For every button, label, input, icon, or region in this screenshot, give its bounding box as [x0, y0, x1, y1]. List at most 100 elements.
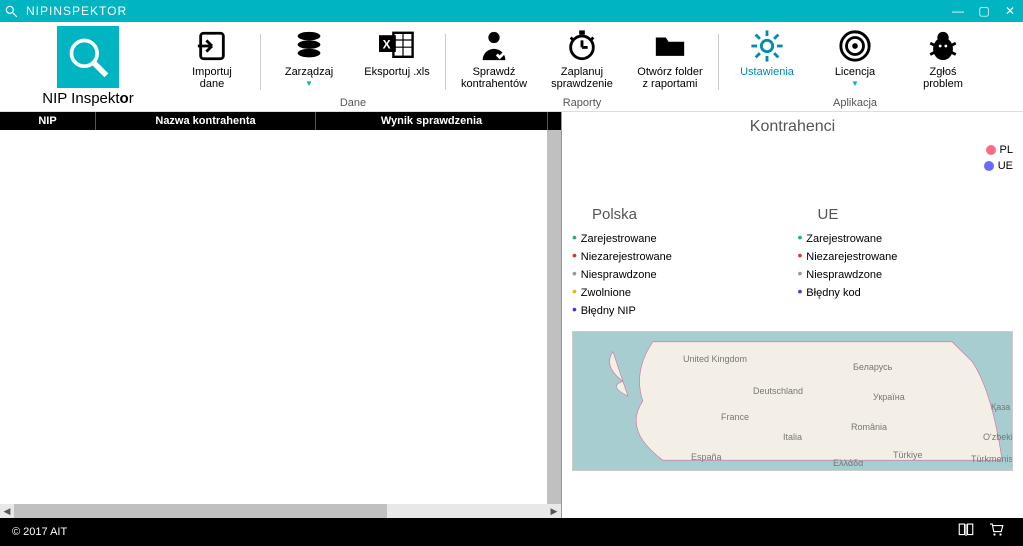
map-country-label: Türkmenistan [971, 454, 1013, 464]
toolbar-button-label: Eksportuj .xls [353, 66, 441, 78]
toolbar-button-label: Zgłośproblem [899, 66, 987, 90]
left-pane: NIPNazwa kontrahentaWynik sprawdzenia ◀ … [0, 112, 562, 518]
legend-top: PL UE [572, 142, 1013, 174]
maximize-button[interactable]: ▢ [971, 4, 997, 18]
legend-dot-icon [984, 161, 994, 171]
toolbar-import-button[interactable]: Importujdane [168, 26, 256, 90]
map-svg [573, 332, 1012, 470]
book-icon[interactable] [951, 521, 981, 544]
app-icon [0, 4, 22, 18]
right-pane: Kontrahenci PL UE Polska Zarejestrowane Nie… [562, 112, 1023, 518]
map-country-label: România [851, 422, 887, 432]
map-country-label: O'zbekistor [983, 432, 1013, 442]
legend-item: Niezarejestrowane [572, 247, 788, 265]
chevron-down-icon: ▼ [265, 79, 353, 88]
app-logo: NIP Inspektor [8, 26, 168, 107]
map-country-label: France [721, 412, 749, 422]
legend-item: Błędny NIP [572, 301, 788, 319]
map-country-label: Беларусь [853, 362, 892, 372]
license-icon [811, 28, 899, 64]
legend-item: PL [572, 142, 1013, 158]
toolbar-export-button[interactable]: X Eksportuj .xls [353, 26, 441, 78]
legend-group-title: UE [818, 206, 1014, 223]
cart-icon[interactable] [981, 521, 1011, 544]
svg-text:X: X [383, 37, 391, 51]
toolbar-group-label: Raporty [450, 97, 714, 111]
legend-item: Niesprawdzone [798, 265, 1014, 283]
chevron-down-icon: ▼ [811, 79, 899, 88]
toolbar-license-button[interactable]: Licencja▼ [811, 26, 899, 88]
legend-item: Zarejestrowane [572, 229, 788, 247]
legend-label: PL [1000, 144, 1013, 156]
toolbar-schedule-button[interactable]: Zaplanujsprawdzenie [538, 26, 626, 90]
legend-label: Niezarejestrowane [806, 251, 897, 263]
map-country-label: Україна [873, 392, 905, 402]
grid-body[interactable] [0, 130, 547, 504]
legends: Polska Zarejestrowane Niezarejestrowane Nie… [572, 206, 1013, 319]
legend-label: Niesprawdzone [806, 269, 882, 281]
map[interactable]: United Kingdom Deutschland France España Ita… [572, 331, 1013, 471]
grid-column-header[interactable]: Wynik sprawdzenia [316, 112, 548, 130]
legend-label: Niesprawdzone [581, 269, 657, 281]
horizontal-scrollbar[interactable]: ◀ ▶ [0, 504, 561, 518]
schedule-icon [538, 28, 626, 64]
legend-item: UE [572, 158, 1013, 174]
settings-icon [723, 28, 811, 64]
legend-group: UE Zarejestrowane Niezarejestrowane Niespra… [798, 206, 1014, 319]
copyright: © 2017 AIT [12, 526, 67, 538]
bug-icon [899, 28, 987, 64]
minimize-button[interactable]: — [945, 4, 971, 18]
toolbar-check-button[interactable]: Sprawdźkontrahentów [450, 26, 538, 90]
toolbar: NIP Inspektor Importujdane Zarządzaj▼ X Eks… [0, 22, 1023, 112]
manage-icon [265, 28, 353, 64]
toolbar-button-label: Ustawienia [723, 66, 811, 78]
legend-label: Zarejestrowane [806, 233, 882, 245]
grid-column-header[interactable]: NIP [0, 112, 96, 130]
legend-label: Błędny NIP [581, 305, 636, 317]
toolbar-button-label: Licencja [811, 66, 899, 78]
toolbar-manage-button[interactable]: Zarządzaj▼ [265, 26, 353, 88]
map-country-label: Türkiye [893, 450, 923, 460]
legend-item: Zwolnione [572, 283, 788, 301]
grid-column-header[interactable]: Nazwa kontrahenta [96, 112, 316, 130]
legend-item: Zarejestrowane [798, 229, 1014, 247]
magnifier-icon [57, 26, 119, 88]
grid-header: NIPNazwa kontrahentaWynik sprawdzenia [0, 112, 561, 130]
legend-group-title: Polska [592, 206, 788, 223]
legend-dot-icon [986, 145, 996, 155]
toolbar-group-label: Aplikacja [723, 97, 987, 111]
import-icon [168, 28, 256, 64]
export-icon: X [353, 28, 441, 64]
content-area: NIPNazwa kontrahentaWynik sprawdzenia ◀ … [0, 112, 1023, 518]
close-button[interactable]: ✕ [997, 4, 1023, 18]
legend-label: Zarejestrowane [581, 233, 657, 245]
legend-group: Polska Zarejestrowane Niezarejestrowane Nie… [572, 206, 788, 319]
vertical-scrollbar[interactable] [547, 130, 561, 504]
map-country-label: Ελλάδα [833, 458, 863, 468]
map-country-label: España [691, 452, 722, 462]
window-title: NIPINSPEKTOR [22, 4, 945, 18]
legend-item: Niezarejestrowane [798, 247, 1014, 265]
toolbar-bug-button[interactable]: Zgłośproblem [899, 26, 987, 90]
toolbar-button-label: Zaplanujsprawdzenie [538, 66, 626, 90]
toolbar-group-label [168, 109, 256, 111]
map-country-label: Italia [783, 432, 802, 442]
app-name: NIP Inspektor [8, 90, 168, 107]
openfolder-icon [626, 28, 714, 64]
scroll-left-icon[interactable]: ◀ [0, 506, 14, 517]
toolbar-openfolder-button[interactable]: Otwórz folderz raportami [626, 26, 714, 90]
title-bar: NIPINSPEKTOR — ▢ ✕ [0, 0, 1023, 22]
map-country-label: Deutschland [753, 386, 803, 396]
legend-label: UE [998, 160, 1013, 172]
legend-item: Błędny kod [798, 283, 1014, 301]
legend-label: Błędny kod [806, 287, 860, 299]
map-country-label: United Kingdom [683, 354, 747, 364]
toolbar-button-label: Importujdane [168, 66, 256, 90]
right-title: Kontrahenci [572, 118, 1013, 136]
toolbar-group-label: Dane [265, 97, 441, 111]
legend-item: Niesprawdzone [572, 265, 788, 283]
scroll-right-icon[interactable]: ▶ [547, 506, 561, 517]
toolbar-settings-button[interactable]: Ustawienia [723, 26, 811, 78]
map-country-label: Қаза [991, 402, 1010, 412]
data-grid[interactable]: NIPNazwa kontrahentaWynik sprawdzenia ◀ … [0, 112, 561, 518]
